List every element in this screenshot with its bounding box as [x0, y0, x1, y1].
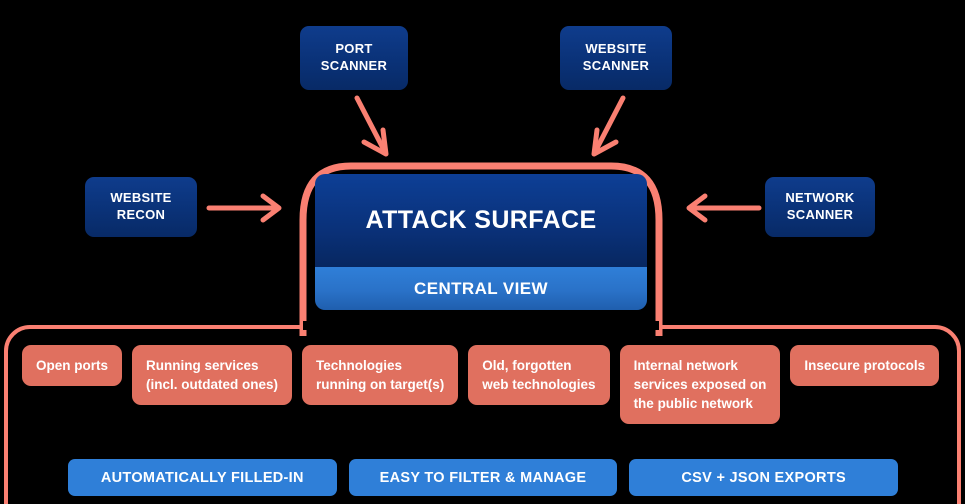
finding-chip[interactable]: Technologies running on target(s) [302, 345, 459, 406]
output-button-automatically-filled-in[interactable]: AUTOMATICALLY FILLED-IN [68, 459, 337, 496]
arrow-network-scanner-to-central-icon [686, 193, 762, 223]
source-node-website-recon-label: WEBSITE RECON [110, 190, 172, 222]
central-card[interactable]: ATTACK SURFACE CENTRAL VIEW [315, 174, 647, 310]
central-title-band: ATTACK SURFACE [315, 174, 647, 267]
output-button-easy-to-filter-manage[interactable]: EASY TO FILTER & MANAGE [348, 459, 618, 496]
finding-chip[interactable]: Internal network services exposed on the… [619, 345, 781, 425]
finding-chip[interactable]: Running services (incl. outdated ones) [132, 345, 293, 406]
finding-chip[interactable]: Old, forgotten web technologies [468, 345, 610, 406]
findings-list: Open ports Running services (incl. outda… [22, 345, 942, 425]
outputs-list: AUTOMATICALLY FILLED-IN EASY TO FILTER &… [68, 459, 899, 496]
source-node-port-scanner[interactable]: PORT SCANNER [300, 26, 408, 90]
results-container-top-gap [303, 321, 659, 330]
central-subtitle: CENTRAL VIEW [414, 278, 548, 298]
source-node-website-scanner-label: WEBSITE SCANNER [582, 41, 650, 73]
source-node-website-recon[interactable]: WEBSITE RECON [85, 177, 197, 237]
attack-surface-diagram: PORT SCANNER WEBSITE SCANNER WEBSITE REC… [0, 0, 965, 504]
central-subtitle-band: CENTRAL VIEW [315, 267, 647, 310]
source-node-network-scanner-label: NETWORK SCANNER [785, 190, 855, 222]
arrow-port-scanner-to-central-icon [354, 95, 389, 157]
finding-chip[interactable]: Open ports [22, 345, 123, 387]
finding-chip[interactable]: Insecure protocols [790, 345, 940, 387]
arrow-website-recon-to-central-icon [206, 193, 282, 223]
output-button-csv-json-exports[interactable]: CSV + JSON EXPORTS [629, 459, 899, 496]
central-attack-surface-panel: ATTACK SURFACE CENTRAL VIEW [295, 160, 667, 336]
source-node-network-scanner[interactable]: NETWORK SCANNER [765, 177, 875, 237]
source-node-website-scanner[interactable]: WEBSITE SCANNER [560, 26, 672, 90]
source-node-port-scanner-label: PORT SCANNER [320, 41, 388, 73]
arrow-website-scanner-to-central-icon [591, 95, 626, 157]
central-title: ATTACK SURFACE [365, 206, 597, 234]
